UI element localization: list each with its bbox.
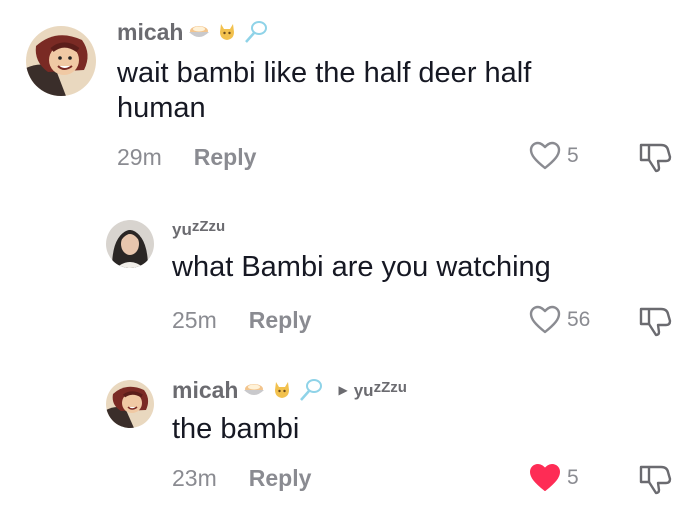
reply-button[interactable]: Reply <box>249 307 312 334</box>
comment-header: yuzZzu <box>172 217 225 241</box>
cat-icon <box>215 20 239 44</box>
cat-icon <box>270 378 294 402</box>
like-button[interactable]: 5 <box>529 141 579 171</box>
comment-1: micah wait bambi like the half deer half… <box>0 0 700 185</box>
like-button[interactable]: 5 <box>529 463 579 493</box>
comment-2: yuzZzu what Bambi are you watching 25m R… <box>0 205 700 350</box>
comment-text: the bambi <box>172 413 300 445</box>
timestamp: 23m <box>172 464 217 491</box>
comment-text: what Bambi are you watching <box>172 251 551 283</box>
username[interactable]: yuzZzu <box>172 218 225 240</box>
comment-text: wait bambi like the half deer half human <box>117 57 532 125</box>
avatar-image-icon <box>106 380 154 428</box>
dislike-button[interactable] <box>637 141 673 178</box>
bowl-icon <box>187 22 211 42</box>
avatar-image-icon <box>26 26 96 96</box>
dislike-button[interactable] <box>637 463 673 500</box>
comment-meta: 23m Reply <box>172 463 311 493</box>
avatar[interactable] <box>106 380 154 428</box>
thumbs-down-icon <box>639 465 672 495</box>
heart-filled-icon <box>530 464 560 491</box>
timestamp: 25m <box>172 306 217 333</box>
like-count: 56 <box>567 308 591 331</box>
like-count: 5 <box>567 466 579 489</box>
timestamp: 29m <box>117 143 162 170</box>
username-zz: zZzu <box>373 379 407 396</box>
thumbs-down-icon <box>639 307 672 337</box>
comment-header: micah <box>117 17 269 47</box>
comment-meta: 29m Reply <box>117 142 256 172</box>
comment-3: micah ▶ yuzZzu the bambi 23m Reply 5 <box>0 365 700 515</box>
dislike-button[interactable] <box>637 305 673 342</box>
comment-header: micah ▶ yuzZzu <box>172 375 407 405</box>
reply-to-username[interactable]: yuzZzu <box>354 379 407 401</box>
like-count: 5 <box>567 144 579 167</box>
username[interactable]: micah <box>172 377 238 404</box>
avatar-image-icon <box>106 220 154 268</box>
avatar[interactable] <box>106 220 154 268</box>
reply-button[interactable]: Reply <box>194 144 257 171</box>
like-button[interactable]: 56 <box>529 305 590 335</box>
racket-icon <box>243 19 269 45</box>
reply-arrow-icon: ▶ <box>338 383 348 397</box>
thumbs-down-icon <box>639 143 672 173</box>
reply-button[interactable]: Reply <box>249 465 312 492</box>
username-zz: zZzu <box>191 218 226 235</box>
bowl-icon <box>242 380 266 400</box>
avatar[interactable] <box>26 26 96 96</box>
comment-meta: 25m Reply <box>172 305 311 335</box>
username[interactable]: micah <box>117 19 183 46</box>
heart-outline-icon <box>529 305 561 334</box>
racket-icon <box>298 377 324 403</box>
heart-outline-icon <box>529 141 561 170</box>
